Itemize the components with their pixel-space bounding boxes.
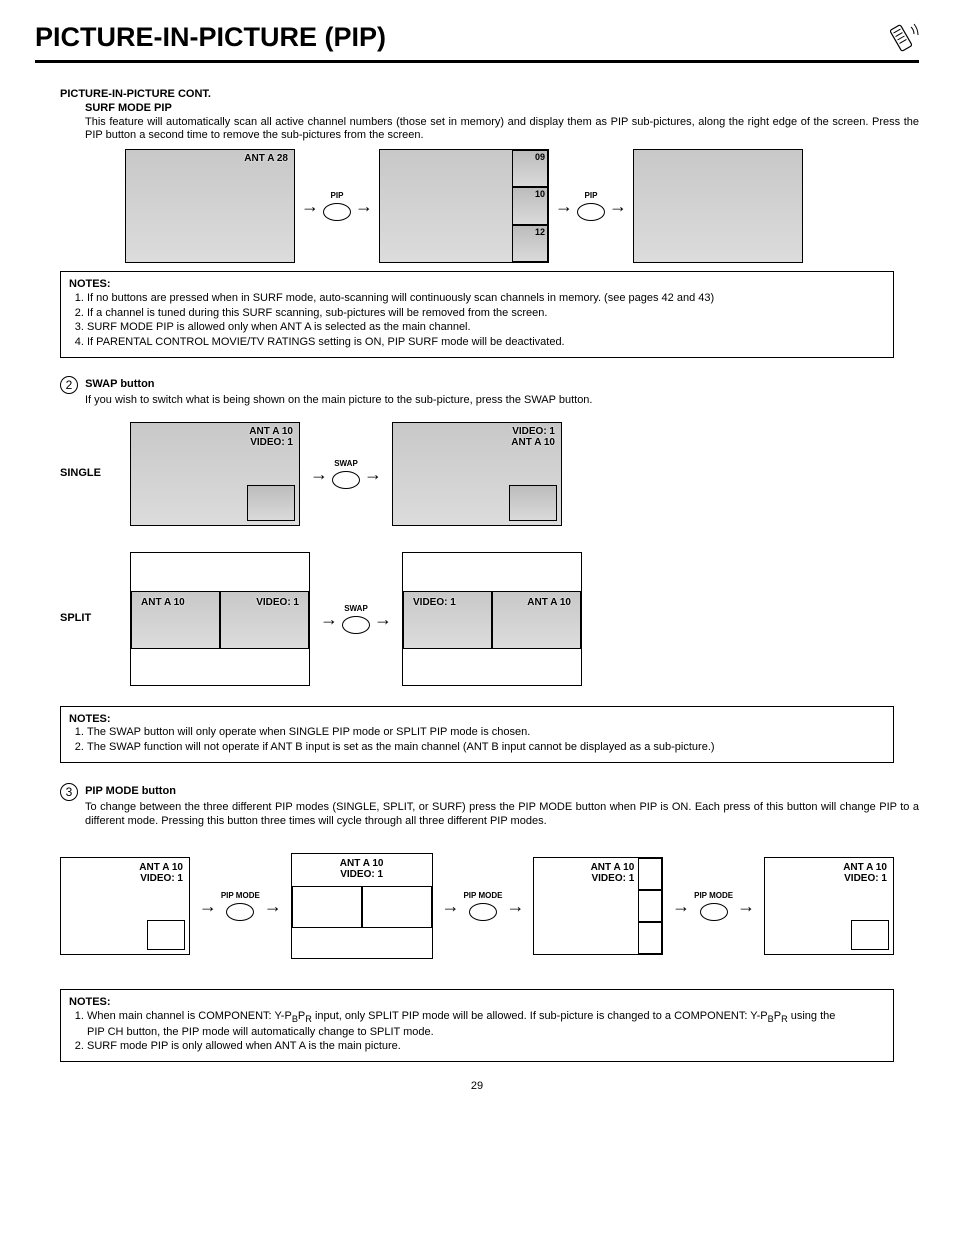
pipmode-note-1: When main channel is COMPONENT: Y-PBPR i… xyxy=(87,1010,847,1039)
surf-tv-3 xyxy=(633,149,803,263)
split-label: SPLIT xyxy=(60,612,120,626)
swap-note-2: The SWAP function will not operate if AN… xyxy=(87,741,847,755)
pipmode-tv-1: ANT A 10 VIDEO: 1 xyxy=(60,857,190,955)
swap-single-row: SINGLE ANT A 10 VIDEO: 1 → SWAP → xyxy=(60,422,919,526)
page-header: PICTURE-IN-PICTURE (PIP) xyxy=(35,20,919,63)
pipmode-button-1[interactable] xyxy=(226,903,254,921)
surf-flow-1: → PIP → xyxy=(301,191,373,221)
pipmode-button-2[interactable] xyxy=(469,903,497,921)
surf-tv-1: ANT A 28 xyxy=(125,149,295,263)
surf-heading: SURF MODE PIP xyxy=(85,102,919,116)
swap-button-single[interactable] xyxy=(332,471,360,489)
single-tv-before: ANT A 10 VIDEO: 1 xyxy=(130,422,300,526)
pip-button-2[interactable] xyxy=(577,203,605,221)
surf-tv-2: 09 10 12 xyxy=(379,149,549,263)
pipmode-button-3[interactable] xyxy=(700,903,728,921)
notes-label-1: NOTES: xyxy=(69,278,124,292)
surf-note-4: If PARENTAL CONTROL MOVIE/TV RATINGS set… xyxy=(87,336,847,350)
swap-text: If you wish to switch what is being show… xyxy=(85,394,919,408)
single-label: SINGLE xyxy=(60,467,120,481)
swap-section: 2 SWAP button If you wish to switch what… xyxy=(35,376,919,686)
swap-title: SWAP button xyxy=(85,378,154,390)
split-tv-before: ANT A 10 VIDEO: 1 xyxy=(130,552,310,686)
pipmode-diagram: ANT A 10 VIDEO: 1 → PIP MODE → ANT A 10 … xyxy=(60,853,894,959)
surf-diagram: ANT A 28 → PIP → 09 10 12 → PIP → xyxy=(125,149,919,263)
swap-split-row: SPLIT ANT A 10 VIDEO: 1 → SWAP → VIDEO: … xyxy=(60,552,919,686)
pipmode-section: 3 PIP MODE button To change between the … xyxy=(35,783,919,960)
single-tv-after: VIDEO: 1 ANT A 10 xyxy=(392,422,562,526)
pip-btn-label-2: PIP xyxy=(585,191,598,201)
surf-notes: NOTES: If no buttons are pressed when in… xyxy=(60,271,894,358)
swap-button-split[interactable] xyxy=(342,616,370,634)
surf-flow-2: → PIP → xyxy=(555,191,627,221)
pipmode-tv-4: ANT A 10 VIDEO: 1 xyxy=(764,857,894,955)
surf-strip: 09 10 12 xyxy=(512,150,548,262)
step-3-circle: 3 xyxy=(60,783,78,801)
remote-icon xyxy=(883,20,919,56)
cont-heading: PICTURE-IN-PICTURE CONT. xyxy=(60,88,919,102)
pipmode-title: PIP MODE button xyxy=(85,785,176,797)
step-2-circle: 2 xyxy=(60,376,78,394)
pipmode-notes: NOTES: When main channel is COMPONENT: Y… xyxy=(60,989,894,1062)
pip-btn-label-1: PIP xyxy=(331,191,344,201)
swap-notes: NOTES: The SWAP button will only operate… xyxy=(60,706,894,763)
split-tv-after: VIDEO: 1 ANT A 10 xyxy=(402,552,582,686)
surf-note-3: SURF MODE PIP is allowed only when ANT A… xyxy=(87,321,847,335)
pipmode-note-2: SURF mode PIP is only allowed when ANT A… xyxy=(87,1040,847,1054)
surf-note-1: If no buttons are pressed when in SURF m… xyxy=(87,292,847,306)
pipmode-tv-2: ANT A 10 VIDEO: 1 xyxy=(291,853,433,959)
notes-label-3: NOTES: xyxy=(69,996,124,1010)
swap-note-1: The SWAP button will only operate when S… xyxy=(87,726,847,740)
page-title: PICTURE-IN-PICTURE (PIP) xyxy=(35,21,386,55)
pip-button-1[interactable] xyxy=(323,203,351,221)
pipmode-text: To change between the three different PI… xyxy=(85,801,919,829)
surf-tv-1-label: ANT A 28 xyxy=(244,153,288,164)
page-number: 29 xyxy=(35,1080,919,1094)
pipmode-tv-3: ANT A 10 VIDEO: 1 xyxy=(533,857,663,955)
surf-note-2: If a channel is tuned during this SURF s… xyxy=(87,307,847,321)
surf-text: This feature will automatically scan all… xyxy=(85,116,919,144)
notes-label-2: NOTES: xyxy=(69,713,124,727)
